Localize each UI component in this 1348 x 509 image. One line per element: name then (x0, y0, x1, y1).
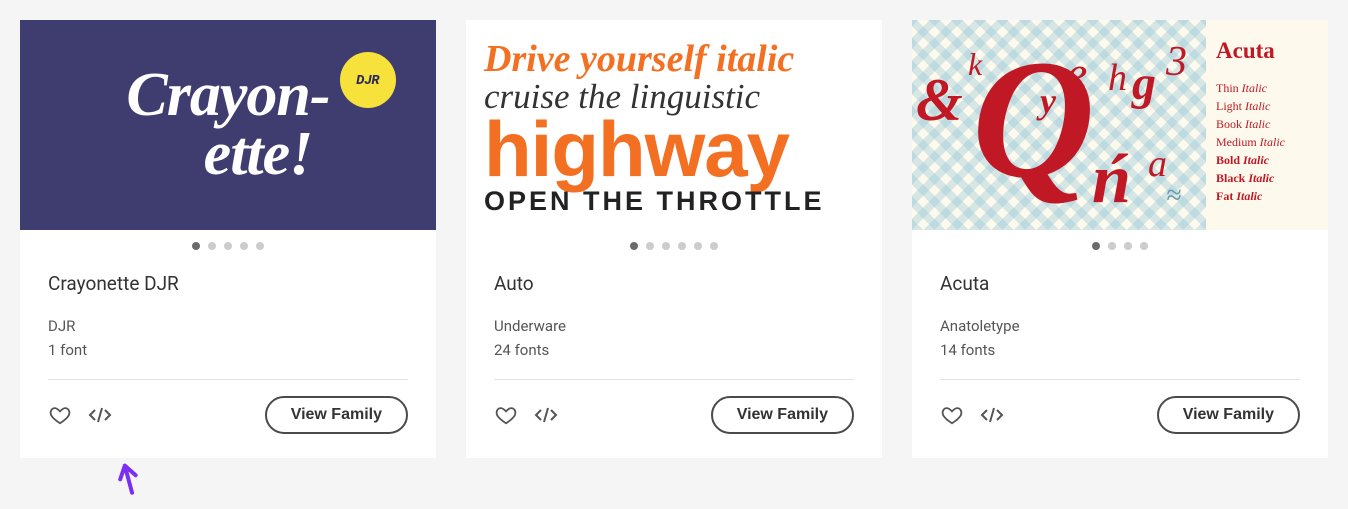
divider (494, 379, 854, 380)
carousel-dot[interactable] (224, 242, 232, 250)
font-count: 1 font (48, 341, 408, 359)
carousel-dot[interactable] (1124, 242, 1132, 250)
carousel-dots (20, 230, 436, 254)
carousel-dot[interactable] (256, 242, 264, 250)
carousel-dot[interactable] (630, 242, 638, 250)
font-preview[interactable]: Crayon- ette! DJR (20, 20, 436, 230)
carousel-dot[interactable] (678, 242, 686, 250)
font-preview[interactable]: Drive yourself italic cruise the linguis… (466, 20, 882, 230)
preview-line: Drive yourself italic (484, 40, 864, 78)
weight-item: Light Italic (1216, 97, 1318, 115)
weight-item: Fat Italic (1216, 187, 1318, 205)
font-name[interactable]: Acuta (940, 272, 1300, 295)
view-family-button[interactable]: View Family (711, 396, 854, 434)
glyph: g (1132, 56, 1156, 111)
glyph: a (1148, 142, 1167, 186)
carousel-dot[interactable] (1140, 242, 1148, 250)
glyph: ≈ (1166, 180, 1181, 212)
glyph: 3 (1166, 38, 1187, 86)
weight-item: Medium Italic (1216, 133, 1318, 151)
font-name[interactable]: Crayonette DJR (48, 272, 408, 295)
font-card: & k y e h g 3 Q ń a ≈ Acuta Thin ItalicL… (912, 20, 1328, 458)
carousel-dots (912, 230, 1328, 254)
font-card: Crayon- ette! DJR Crayonette DJR DJR 1 f… (20, 20, 436, 458)
divider (940, 379, 1300, 380)
carousel-dot[interactable] (694, 242, 702, 250)
card-actions: View Family (494, 396, 854, 434)
font-preview[interactable]: & k y e h g 3 Q ń a ≈ Acuta Thin ItalicL… (912, 20, 1328, 230)
favorite-icon[interactable] (940, 403, 964, 427)
weight-list: Acuta Thin ItalicLight ItalicBook Italic… (1206, 20, 1328, 230)
glyph: ń (1092, 140, 1131, 220)
card-actions: View Family (940, 396, 1300, 434)
font-name[interactable]: Auto (494, 272, 854, 295)
foundry-name[interactable]: Underware (494, 317, 854, 335)
code-icon[interactable] (980, 403, 1004, 427)
favorite-icon[interactable] (494, 403, 518, 427)
favorite-icon[interactable] (48, 403, 72, 427)
preview-line: highway (484, 116, 864, 182)
carousel-dot[interactable] (1108, 242, 1116, 250)
font-info: Auto Underware 24 fonts View Family (466, 254, 882, 458)
weight-item: Black Italic (1216, 169, 1318, 187)
carousel-dot[interactable] (1092, 242, 1100, 250)
font-info: Crayonette DJR DJR 1 font View Family (20, 254, 436, 458)
card-actions: View Family (48, 396, 408, 434)
weight-item: Bold Italic (1216, 151, 1318, 169)
view-family-button[interactable]: View Family (265, 396, 408, 434)
carousel-dot[interactable] (192, 242, 200, 250)
divider (48, 379, 408, 380)
code-icon[interactable] (534, 403, 558, 427)
carousel-dot[interactable] (646, 242, 654, 250)
foundry-name[interactable]: Anatoletype (940, 317, 1300, 335)
font-count: 14 fonts (940, 341, 1300, 359)
font-info: Acuta Anatoletype 14 fonts View Family (912, 254, 1328, 458)
font-cards-grid: Crayon- ette! DJR Crayonette DJR DJR 1 f… (20, 20, 1328, 458)
code-icon[interactable] (88, 403, 112, 427)
carousel-dot[interactable] (240, 242, 248, 250)
foundry-badge: DJR (340, 52, 396, 108)
glyph: & (916, 66, 963, 135)
preview-line: OPEN THE THROTTLE (484, 187, 864, 217)
weight-item: Book Italic (1216, 115, 1318, 133)
glyph-area: & k y e h g 3 Q ń a ≈ (912, 20, 1206, 230)
carousel-dot[interactable] (662, 242, 670, 250)
font-count: 24 fonts (494, 341, 854, 359)
carousel-dot[interactable] (710, 242, 718, 250)
cursor-arrow-icon (112, 463, 148, 507)
carousel-dot[interactable] (208, 242, 216, 250)
font-card: Drive yourself italic cruise the linguis… (466, 20, 882, 458)
preview-text: Crayon- ette! (116, 66, 339, 184)
view-family-button[interactable]: View Family (1157, 396, 1300, 434)
foundry-name[interactable]: DJR (48, 317, 408, 335)
preview-title: Acuta (1216, 34, 1318, 69)
carousel-dots (466, 230, 882, 254)
weight-item: Thin Italic (1216, 79, 1318, 97)
glyph-q: Q (972, 60, 1095, 179)
glyph: h (1108, 56, 1127, 100)
